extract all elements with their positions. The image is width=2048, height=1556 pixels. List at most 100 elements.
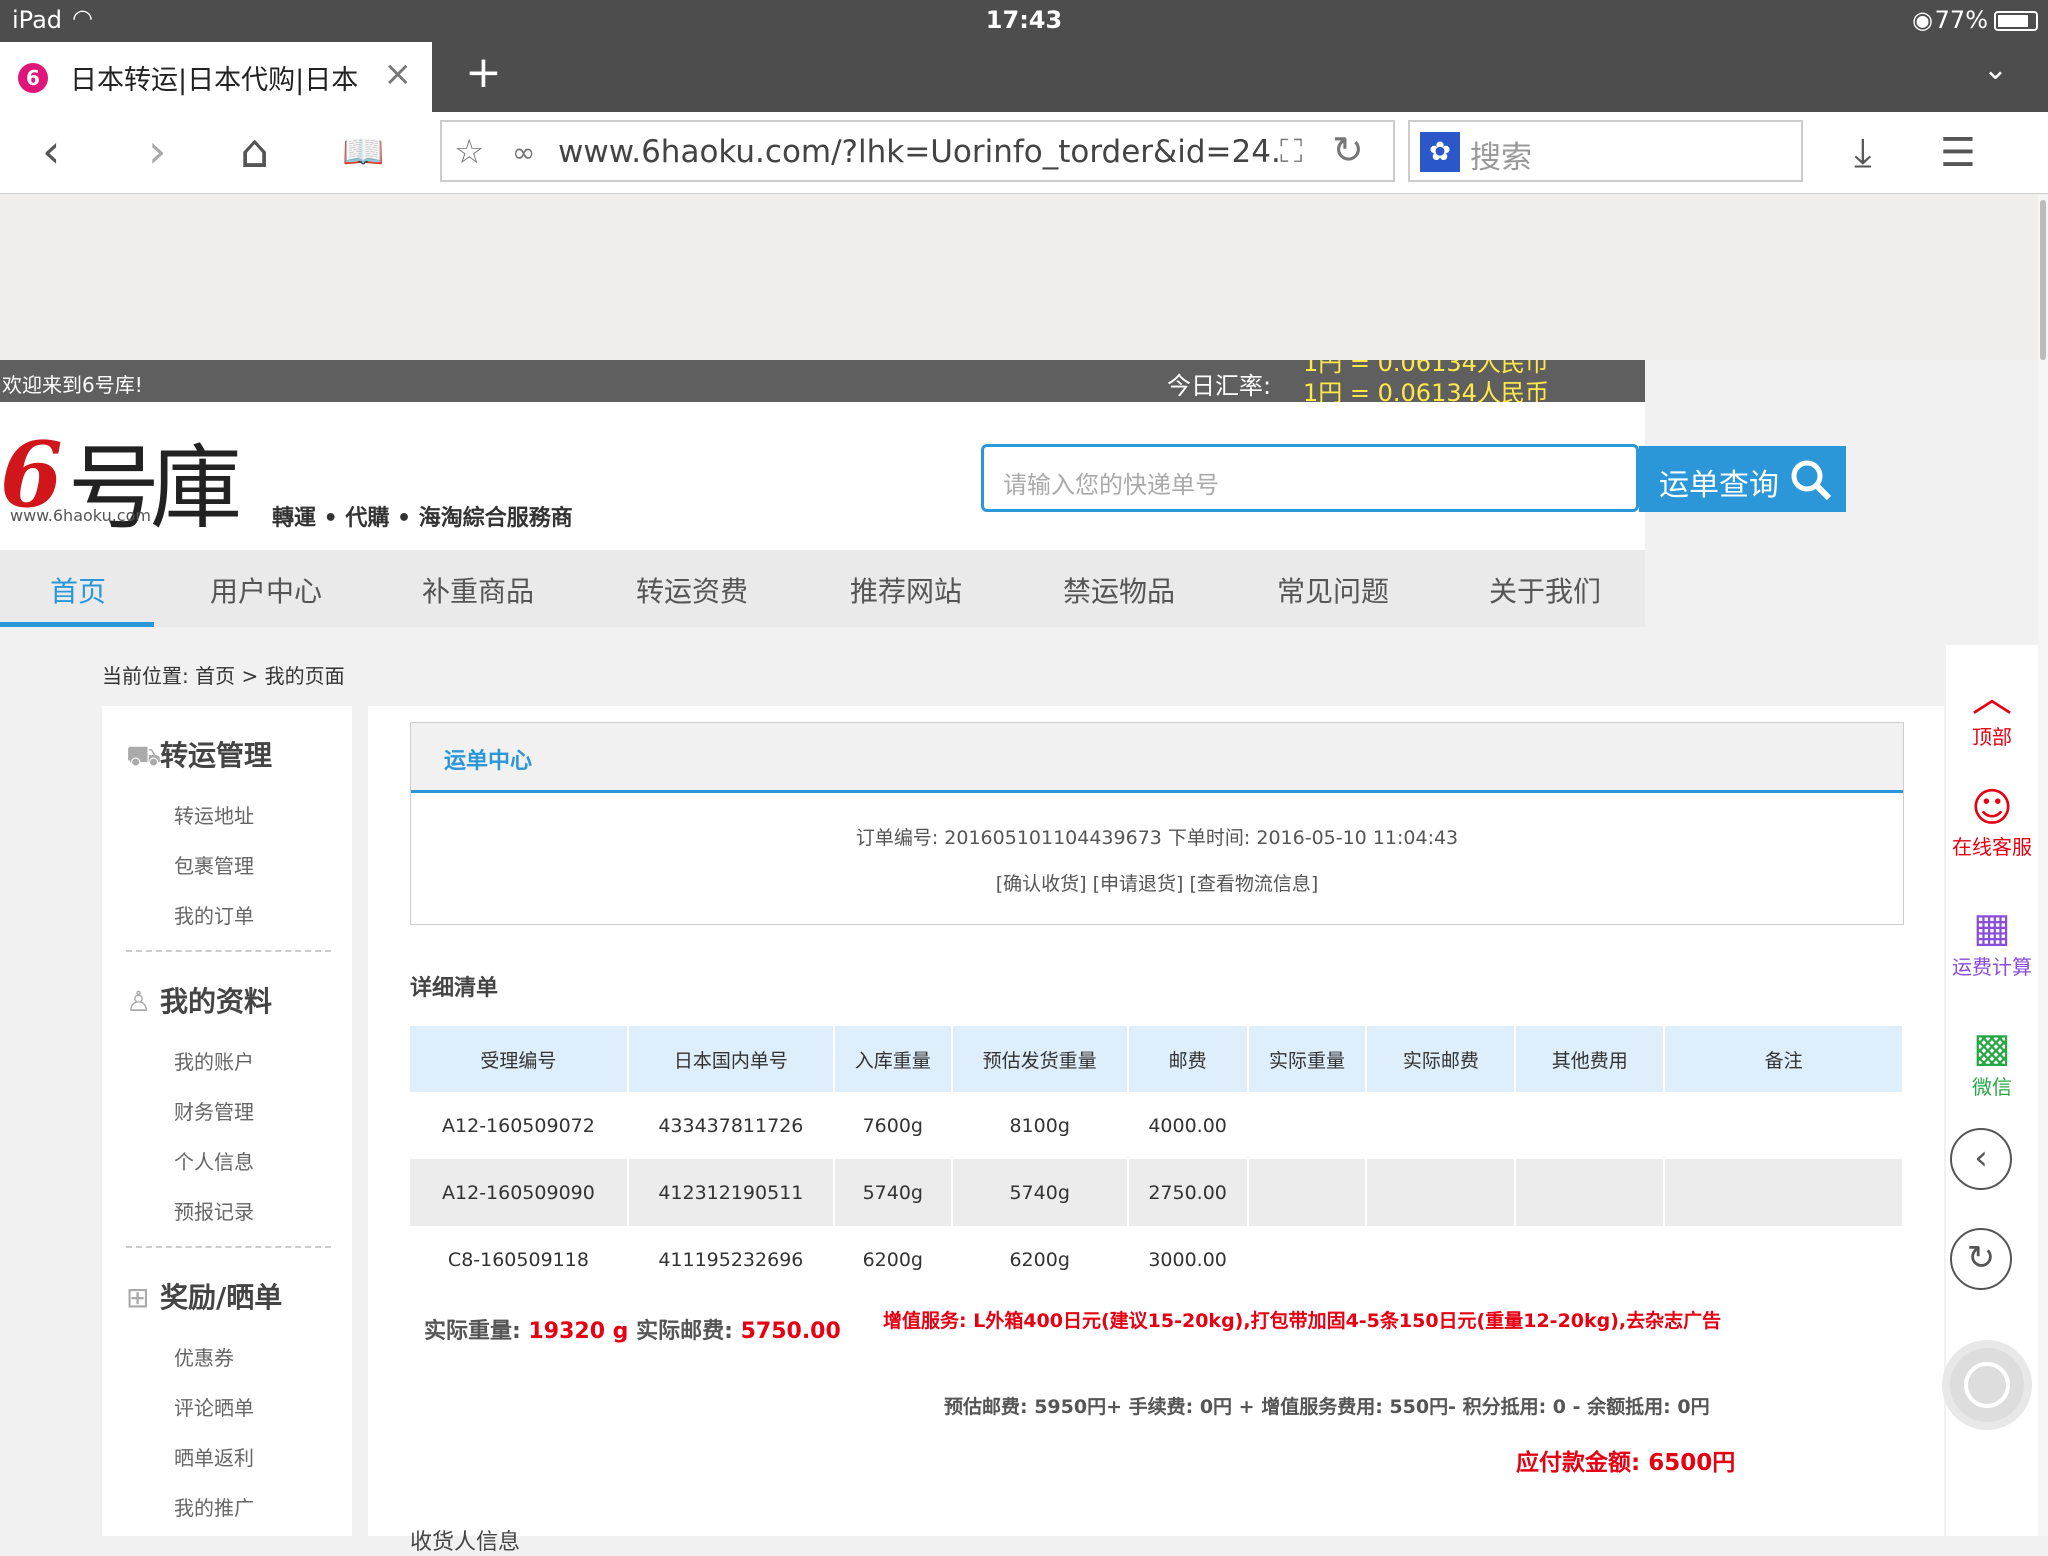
- table-cell: [1664, 1226, 1904, 1293]
- scrollbar-track[interactable]: [2038, 195, 2048, 1536]
- bookmarks-icon[interactable]: 📖: [342, 132, 384, 172]
- nav-about[interactable]: 关于我们: [1489, 570, 1601, 610]
- tab-title: 日本转运|日本代购|日本: [70, 65, 359, 96]
- online-service-label: 在线客服: [1952, 835, 2032, 859]
- table-cell: 5740g: [833, 1159, 953, 1226]
- url-text[interactable]: www.6haoku.com/?lhk=Uorinfo_torder&id=24…: [558, 134, 1278, 170]
- scan-icon[interactable]: ⛶: [1280, 132, 1302, 171]
- search-box[interactable]: ✿ 搜索: [1408, 120, 1803, 182]
- col-header: 日本国内单号: [627, 1026, 835, 1092]
- download-icon[interactable]: ⤓: [1854, 130, 1872, 176]
- table-cell: 6200g: [951, 1226, 1129, 1293]
- search-placeholder: 搜索: [1470, 140, 1532, 176]
- nav-home[interactable]: 首页: [50, 570, 106, 610]
- sidebar-item-orders[interactable]: 我的订单: [174, 900, 254, 929]
- table-cell: [1247, 1092, 1368, 1159]
- browser-toolbar: ‹ › ⌂ 📖 ☆ ∞ www.6haoku.com/?lhk=Uorinfo_…: [0, 112, 2048, 194]
- browser-tab[interactable]: 6 日本转运|日本代购|日本 ×: [0, 42, 432, 112]
- shipping-calculator-button[interactable]: ▦ 运费计算: [1946, 905, 2038, 980]
- sidebar-item-reviews[interactable]: 评论晒单: [174, 1392, 254, 1421]
- sidebar-group-title: 奖励/晒单: [160, 1281, 283, 1314]
- star-icon[interactable]: ☆: [454, 132, 484, 172]
- logo-url: www.6haoku.com: [10, 506, 151, 525]
- back-button[interactable]: ‹: [42, 124, 60, 178]
- search-icon: [1791, 460, 1832, 501]
- rate-line: 1円 = 0.06134人民币: [1303, 379, 1549, 402]
- back-to-top-button[interactable]: ︿ 顶部: [1946, 675, 2038, 750]
- track-query-label: 运单查询: [1659, 468, 1779, 503]
- close-tab-icon[interactable]: ×: [384, 54, 413, 94]
- table-cell: [1664, 1159, 1904, 1226]
- table-cell: 433437811726: [627, 1092, 835, 1159]
- online-service-button[interactable]: ☺ 在线客服: [1946, 785, 2038, 860]
- fee-breakdown: 预估邮费: 5950円+ 手续费: 0円 + 增值服务费用: 550円- 积分抵…: [944, 1396, 1710, 1418]
- page-back-circle-icon[interactable]: ‹: [1950, 1128, 2012, 1190]
- consignee-section-title: 收货人信息: [410, 1530, 521, 1555]
- nav-fees[interactable]: 转运资费: [636, 570, 748, 610]
- address-bar[interactable]: ☆ ∞ www.6haoku.com/?lhk=Uorinfo_torder&i…: [440, 120, 1395, 182]
- table-cell: [1366, 1092, 1517, 1159]
- tracking-query: 请输入您的快递单号 运单查询: [981, 444, 1846, 512]
- status-bar: iPad ◠ 17:43 ◉ 77%: [0, 0, 2048, 42]
- reload-icon[interactable]: ↻: [1332, 128, 1364, 172]
- sidebar-item-promotion[interactable]: 我的推广: [174, 1492, 254, 1521]
- sidebar-group-shipping: ⛟转运管理: [126, 734, 272, 776]
- home-icon[interactable]: ⌂: [240, 124, 269, 178]
- site-favicon-icon: 6: [18, 63, 48, 93]
- nav-prohibited[interactable]: 禁运物品: [1063, 570, 1175, 610]
- user-icon: ♙: [126, 985, 152, 1018]
- table-cell: 412312190511: [627, 1159, 835, 1226]
- nav-user-center[interactable]: 用户中心: [210, 570, 322, 610]
- nav-faq[interactable]: 常见问题: [1277, 570, 1389, 610]
- sidebar-item-account[interactable]: 我的账户: [174, 1046, 254, 1075]
- customer-service-icon: ☺: [1971, 785, 2013, 831]
- table-cell: C8-160509118: [410, 1226, 629, 1293]
- value-added-services: 增值服务: L外箱400日元(建议15-20kg),打包带加固4-5条150日元…: [883, 1310, 1722, 1332]
- baidu-paw-icon[interactable]: ✿: [1420, 132, 1460, 172]
- scrollbar-thumb[interactable]: [2040, 200, 2046, 360]
- tracking-placeholder: 请输入您的快递单号: [1003, 471, 1219, 499]
- col-header: 受理编号: [410, 1026, 629, 1092]
- battery-percent: 77%: [1934, 6, 1988, 34]
- sidebar-item-packages[interactable]: 包裹管理: [174, 850, 254, 879]
- new-tab-button[interactable]: +: [465, 47, 502, 98]
- actual-postage-value: 5750.00: [740, 1319, 841, 1344]
- assistive-touch-icon[interactable]: [1942, 1340, 2032, 1430]
- nav-reweigh[interactable]: 补重商品: [422, 570, 534, 610]
- table-cell: 5740g: [951, 1159, 1129, 1226]
- welcome-bar: 欢迎来到6号库! 今日汇率: 1円 = 0.06134人民币 1円 = 0.06…: [0, 360, 1645, 402]
- menu-icon[interactable]: ☰: [1940, 130, 1976, 176]
- page-refresh-circle-icon[interactable]: ↻: [1950, 1228, 2012, 1290]
- actual-weight-label: 实际重量:: [424, 1319, 521, 1344]
- tracking-number-input[interactable]: 请输入您的快递单号: [981, 444, 1639, 512]
- sidebar-item-personal-info[interactable]: 个人信息: [174, 1146, 254, 1175]
- col-header: 备注: [1664, 1026, 1904, 1092]
- sidebar-item-coupons[interactable]: 优惠券: [174, 1342, 234, 1371]
- track-query-button[interactable]: 运单查询: [1639, 446, 1846, 512]
- col-header: 入库重量: [833, 1026, 953, 1092]
- tab-waybill-center[interactable]: 运单中心: [444, 743, 532, 775]
- sidebar: ⛟转运管理 转运地址 包裹管理 我的订单 ♙ 我的资料 我的账户 财务管理 个人信…: [102, 706, 352, 1536]
- sidebar-item-finance[interactable]: 财务管理: [174, 1096, 254, 1125]
- sidebar-group-rewards: ⊞ 奖励/晒单: [126, 1276, 282, 1316]
- nav-recommended[interactable]: 推荐网站: [850, 570, 962, 610]
- table-cell: 8100g: [951, 1092, 1129, 1159]
- sidebar-item-address[interactable]: 转运地址: [174, 800, 254, 829]
- actual-weight-value: 19320 g: [528, 1319, 629, 1344]
- tab-list-chevron-icon[interactable]: ⌄: [1983, 52, 2008, 87]
- wechat-button[interactable]: ▩ 微信: [1946, 1025, 2038, 1100]
- forward-button[interactable]: ›: [148, 124, 166, 178]
- sidebar-item-rebate[interactable]: 晒单返利: [174, 1442, 254, 1471]
- sidebar-group-profile: ♙ 我的资料: [126, 980, 272, 1020]
- logo-text[interactable]: 号庫: [68, 414, 242, 547]
- main-nav: 首页 用户中心 补重商品 转运资费 推荐网站 禁运物品 常见问题 关于我们: [0, 550, 1645, 627]
- table-row: A12-160509090 412312190511 5740g 5740g 2…: [410, 1159, 1904, 1226]
- waybill-tab-header: 运单中心: [411, 723, 1903, 793]
- sidebar-divider: [126, 1246, 331, 1248]
- shipping-calculator-label: 运费计算: [1952, 955, 2032, 979]
- table-cell: [1366, 1159, 1517, 1226]
- table-cell: [1515, 1226, 1666, 1293]
- sidebar-group-title: 我的资料: [160, 985, 273, 1018]
- order-actions[interactable]: [确认收货] [申请退货] [查看物流信息]: [411, 869, 1903, 896]
- sidebar-item-forecast[interactable]: 预报记录: [174, 1196, 254, 1225]
